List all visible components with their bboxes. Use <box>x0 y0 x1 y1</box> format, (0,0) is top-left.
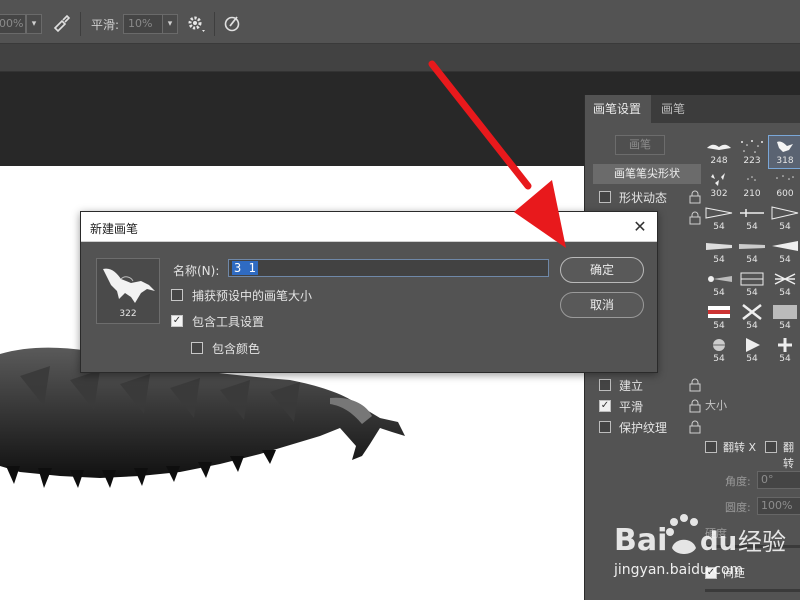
svg-text:Bai: Bai <box>614 523 667 558</box>
svg-text:du: du <box>700 527 737 557</box>
baidu-watermark: Bai du 经验 jingyan.baidu.com <box>612 512 800 600</box>
red-arrow-icon <box>428 60 566 248</box>
baidu-logo-icon: Bai du 经验 <box>614 514 786 558</box>
photoshop-window: 00% ▾ 平滑: 10% ▾ 画笔设置 画笔 画笔 画笔笔尖形状 形状动态 建… <box>0 0 800 600</box>
svg-text:经验: 经验 <box>738 528 786 556</box>
watermark-url: jingyan.baidu.com <box>614 562 744 578</box>
